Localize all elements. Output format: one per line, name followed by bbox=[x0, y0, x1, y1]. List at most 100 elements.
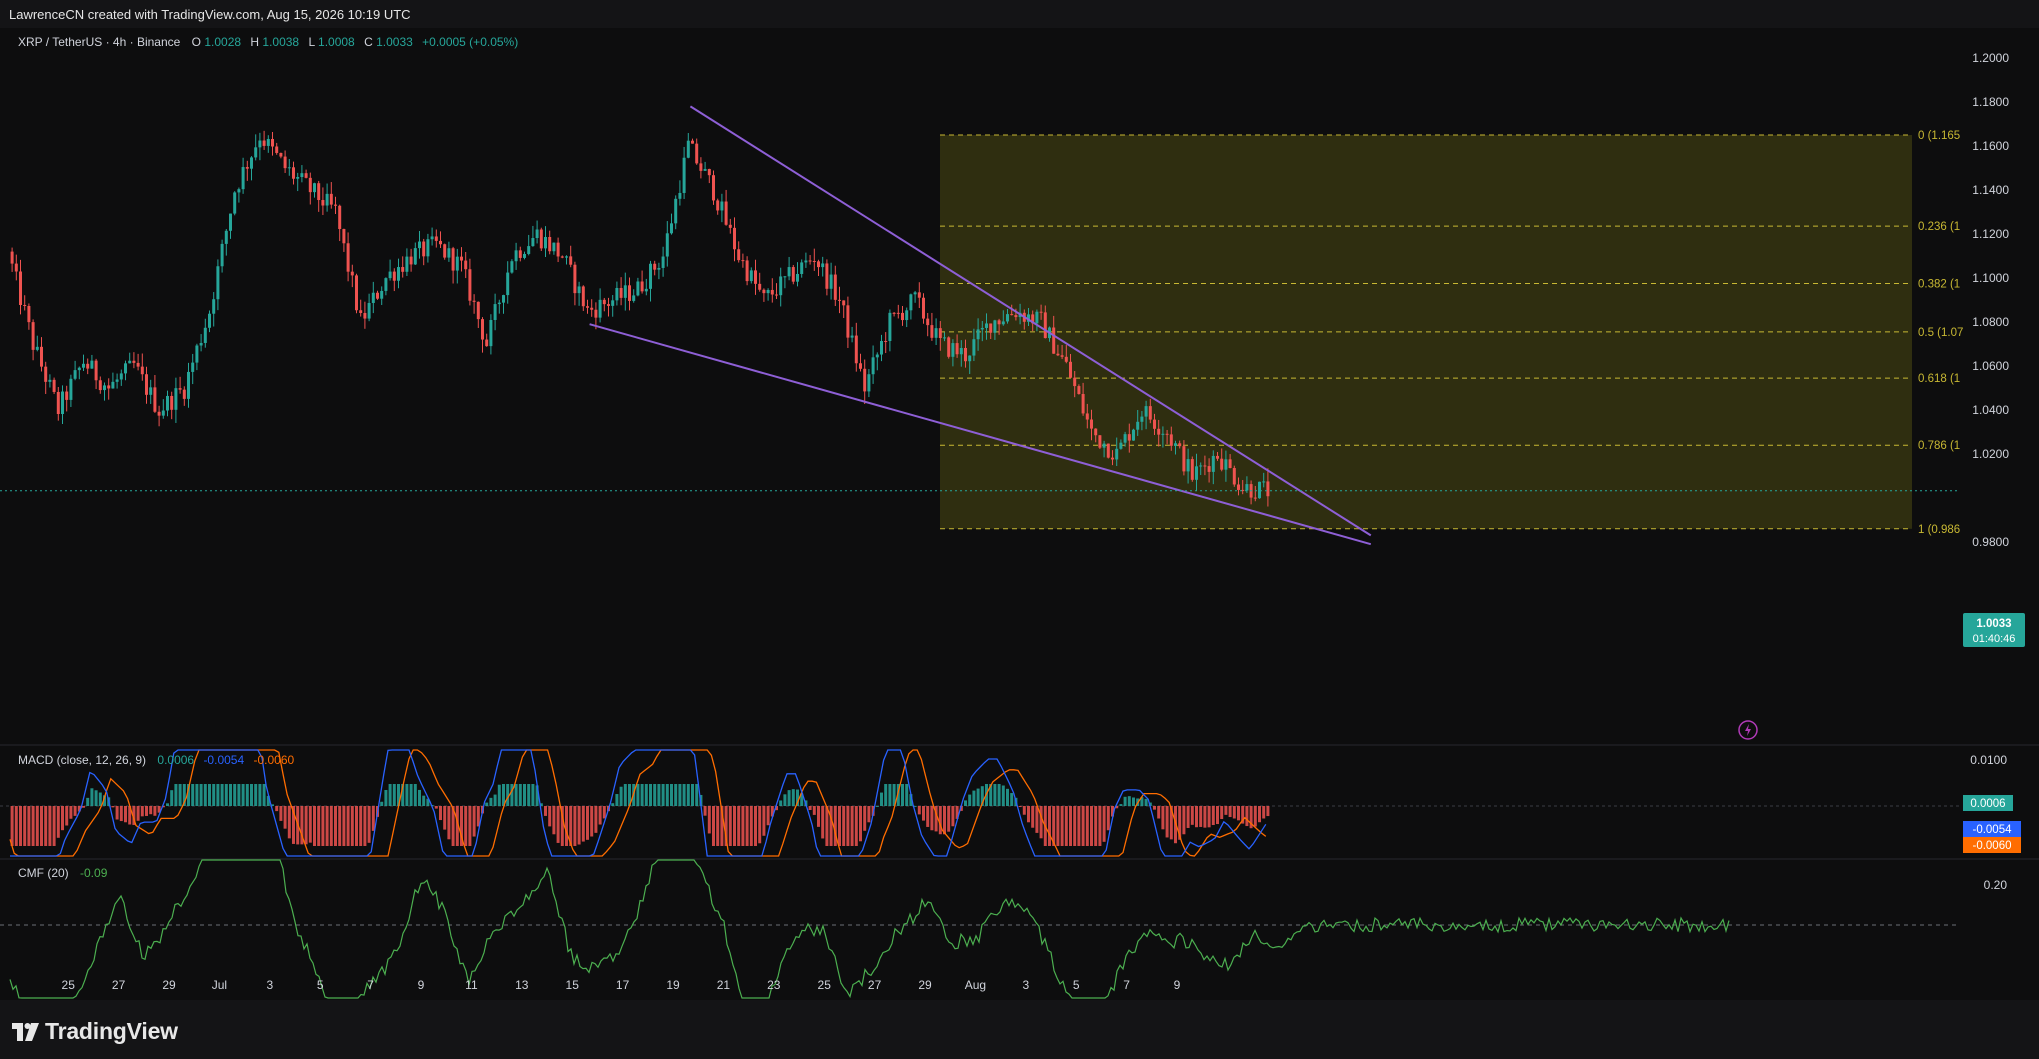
candle-body bbox=[208, 313, 211, 328]
candle-body bbox=[686, 140, 690, 158]
macd-histogram-bar bbox=[1228, 806, 1232, 818]
candle-body bbox=[506, 272, 510, 296]
candle-body bbox=[359, 310, 363, 314]
macd-histogram-bar bbox=[968, 794, 972, 806]
macd-histogram-bar bbox=[1056, 806, 1060, 846]
macd-histogram-bar bbox=[863, 806, 867, 831]
macd-histogram-bar bbox=[1190, 806, 1194, 825]
candle-body bbox=[968, 355, 972, 362]
time-axis-tick: 29 bbox=[162, 978, 176, 992]
time-axis-tick: 11 bbox=[465, 978, 478, 992]
macd-signal-badge-text: -0.0060 bbox=[1972, 840, 2011, 852]
macd-histogram-bar bbox=[812, 806, 816, 815]
candle-body bbox=[296, 177, 300, 179]
macd-histogram-bar bbox=[707, 806, 711, 834]
macd-histogram-bar bbox=[821, 806, 825, 839]
candle-body bbox=[1144, 406, 1148, 417]
candle-body bbox=[598, 299, 602, 318]
macd-histogram-bar bbox=[73, 806, 77, 816]
candle-body bbox=[552, 242, 556, 252]
macd-histogram-bar bbox=[1077, 806, 1081, 846]
fib-retracement[interactable]: 0 (1.165 0.236 (1 0.382 (1 0.5 (1.07 0.618 (… bbox=[940, 130, 1963, 536]
macd-histogram-bar bbox=[867, 806, 871, 823]
candle-body bbox=[1064, 356, 1068, 362]
candle-body bbox=[443, 244, 447, 258]
candle-body bbox=[665, 233, 669, 257]
fib-level-label: 0 (1.165 bbox=[1918, 130, 1960, 142]
macd-histogram-bar bbox=[56, 806, 60, 838]
candle-body bbox=[653, 263, 657, 270]
cmf-value: -0.09 bbox=[80, 866, 108, 880]
low-value: 1.0008 bbox=[318, 35, 355, 49]
time-axis-tick: 29 bbox=[918, 978, 932, 992]
macd-histogram-bar bbox=[350, 806, 354, 846]
macd-histogram-bar bbox=[287, 806, 291, 839]
candle-body bbox=[661, 256, 665, 268]
candle-body bbox=[313, 183, 316, 193]
candle-body bbox=[1123, 434, 1127, 443]
candle-body bbox=[527, 246, 531, 254]
macd-histogram-bar bbox=[224, 784, 228, 806]
candle-body bbox=[1073, 377, 1077, 387]
candle-body bbox=[174, 388, 178, 410]
candle-body bbox=[447, 248, 451, 258]
candle-body bbox=[124, 363, 127, 374]
candle-body bbox=[581, 286, 585, 307]
macd-histogram-bar bbox=[464, 806, 468, 846]
candle-body bbox=[69, 378, 73, 400]
candle-body bbox=[930, 325, 934, 338]
tradingview-logo[interactable]: TradingView bbox=[12, 1018, 178, 1045]
time-axis-tick: 25 bbox=[62, 978, 76, 992]
macd-histogram-bar bbox=[359, 806, 363, 846]
price-badge: 1.0033 01:40:46 bbox=[1963, 613, 2025, 647]
macd-histogram-bar bbox=[90, 788, 94, 806]
candle-body bbox=[481, 319, 484, 340]
candle-body bbox=[623, 285, 627, 298]
candle-body bbox=[1111, 457, 1114, 460]
candle-body bbox=[1014, 315, 1018, 318]
candle-body bbox=[770, 289, 774, 295]
macd-histogram-bar bbox=[355, 806, 358, 846]
candle-body bbox=[1148, 406, 1152, 420]
candle-body bbox=[199, 342, 203, 346]
candle-body bbox=[1001, 321, 1005, 325]
macd-histogram-bar bbox=[670, 784, 673, 806]
time-axis-tick: 7 bbox=[1123, 978, 1130, 992]
tradingview-brand-text: TradingView bbox=[45, 1018, 178, 1044]
candle-body bbox=[170, 395, 174, 410]
macd-histogram-bar bbox=[1232, 806, 1236, 819]
macd-histogram-bar bbox=[1081, 806, 1085, 846]
macd-histogram-bar bbox=[363, 806, 367, 846]
macd-hist-value: 0.0006 bbox=[157, 753, 194, 767]
candle-body bbox=[203, 327, 207, 343]
macd-histogram-bar bbox=[880, 792, 883, 806]
candle-body bbox=[300, 173, 304, 178]
price-axis-tick: 1.0200 bbox=[1972, 447, 2009, 461]
candle-body bbox=[329, 193, 333, 205]
chart-canvas[interactable]: 0 (1.165 0.236 (1 0.382 (1 0.5 (1.07 0.618 (… bbox=[0, 28, 2039, 1000]
candle-body bbox=[892, 312, 896, 314]
candle-body bbox=[1199, 465, 1203, 467]
macd-histogram-bar bbox=[674, 784, 678, 806]
macd-histogram-bar bbox=[1102, 806, 1106, 842]
candle-body bbox=[73, 370, 77, 379]
macd-hist-badge-text: 0.0006 bbox=[1970, 798, 2005, 810]
candle-body bbox=[720, 201, 724, 211]
candle-body bbox=[233, 192, 237, 214]
macd-histogram-bar bbox=[35, 806, 39, 846]
macd-histogram-bar bbox=[951, 806, 955, 827]
macd-histogram-bar bbox=[905, 784, 909, 806]
candle-body bbox=[867, 374, 871, 392]
macd-histogram-bar bbox=[598, 806, 602, 825]
macd-histogram-bar bbox=[686, 784, 690, 806]
candle-body bbox=[1161, 433, 1165, 435]
candle-body bbox=[1043, 312, 1047, 339]
candle-body bbox=[157, 411, 161, 416]
macd-histogram-bar bbox=[1085, 806, 1089, 846]
candle-body bbox=[1060, 355, 1064, 357]
fib-level-label: 1 (0.986 bbox=[1918, 524, 1960, 536]
candle-body bbox=[216, 266, 220, 300]
candle-body bbox=[460, 256, 463, 261]
candle-body bbox=[1052, 327, 1056, 354]
macd-histogram-bar bbox=[1106, 806, 1110, 831]
